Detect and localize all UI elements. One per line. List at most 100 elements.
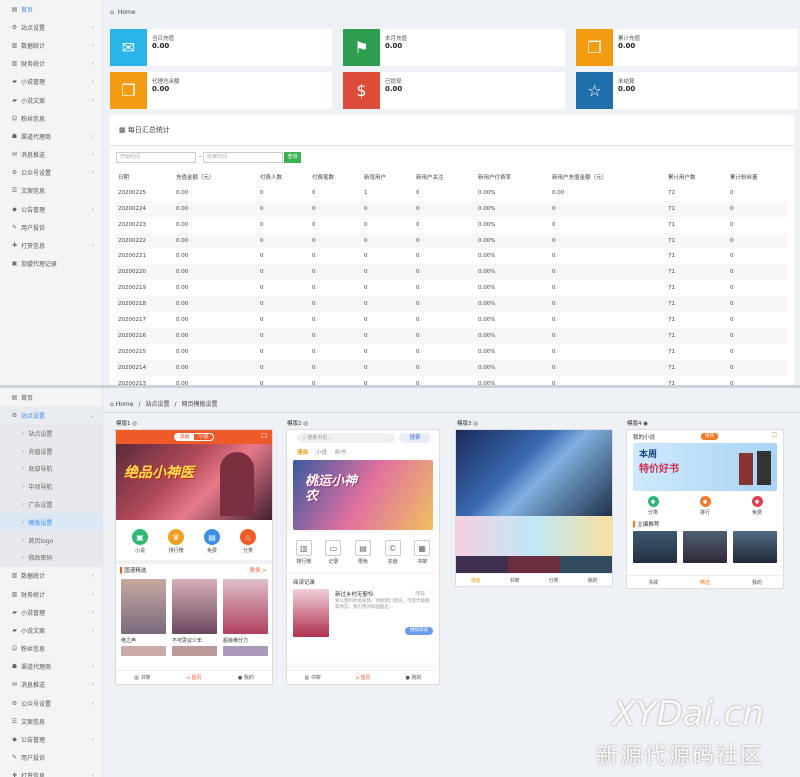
t2-tab-comic[interactable]: 漫画 [297, 448, 308, 456]
template-1-preview[interactable]: 漫画 小说 ☐ 绝品小神医 ▣ 小说 ♛ 排行榜 ▤ 免费 ♨ 分类 ▌国漫精选 更多 > 绝… [115, 429, 273, 685]
sidebar-item[interactable]: ▥ 数据统计 ‹ [0, 567, 102, 585]
sidebar-item[interactable]: ▥ 财务统计 ‹ [0, 55, 102, 73]
sidebar-subitem[interactable]: › 修改密码 [0, 548, 102, 567]
t1-book-cover[interactable] [223, 646, 268, 656]
t4-shortcut[interactable]: ● 免费 [751, 496, 763, 516]
t2-banner[interactable]: 桃运小神农 [293, 460, 433, 530]
t1-shortcut[interactable]: ▣ 小说 [132, 529, 148, 554]
sidebar-item[interactable]: ▰ 小说管理 ‹ [0, 603, 102, 621]
t3-nav-shelf[interactable]: 书架 [509, 577, 519, 584]
breadcrumb-home[interactable]: ⌂ Home [110, 401, 133, 408]
t4-book-cover[interactable] [683, 531, 727, 563]
sidebar-item[interactable]: ▣ 加盟代理记录 [0, 255, 102, 273]
sidebar-item[interactable]: ▤ 首页 [0, 0, 102, 18]
t2-continue-button[interactable]: 继续阅读 [405, 627, 433, 635]
sidebar-item[interactable]: ▥ 数据统计 ‹ [0, 36, 102, 54]
sidebar-subitem[interactable]: › 底部导航 [0, 459, 102, 478]
t1-tab-comic[interactable]: 漫画 [175, 434, 194, 440]
t1-book-cover[interactable] [121, 646, 166, 656]
template-2-label[interactable]: 模版2 ◎ [287, 419, 308, 427]
sidebar-item[interactable]: ✉ 消息推送 ‹ [0, 676, 102, 694]
t3-nav-me[interactable]: 我的 [587, 577, 597, 584]
t2-shortcut[interactable]: ▦ 书架 [414, 540, 431, 565]
t4-shortcut[interactable]: ● 分类 [647, 496, 659, 516]
sidebar-item[interactable]: ⚙ 公众号设置 ‹ [0, 694, 102, 712]
column-header[interactable]: 充值金额（元） [174, 169, 258, 185]
t4-shortcut[interactable]: ● 排行 [699, 496, 711, 516]
t2-shortcut[interactable]: ▥ 排行榜 [295, 540, 312, 565]
column-header[interactable]: 新用户关注 [414, 169, 476, 185]
end-date-input[interactable]: 结束时间 [203, 152, 283, 163]
t1-shortcut[interactable]: ▤ 免费 [204, 529, 220, 554]
t1-nav-shelf[interactable]: ▥ 书架 [134, 674, 150, 681]
t2-nav-shelf[interactable]: ▥ 书架 [304, 674, 320, 681]
sidebar-item[interactable]: ▥ 财务统计 ‹ [0, 585, 102, 603]
t4-banner[interactable]: 本周 特价好书 [633, 443, 777, 491]
template-3-label[interactable]: 模版3 ◎ [457, 419, 478, 427]
t4-tag[interactable]: 男频 [701, 433, 718, 440]
sidebar-item[interactable]: ◆ 公告管理 ‹ [0, 730, 102, 748]
t4-nav-store[interactable]: 书城 [648, 579, 658, 586]
t2-tab-audio[interactable]: 听书 [335, 448, 346, 456]
sidebar-subitem[interactable]: › 站点设置 [0, 424, 102, 443]
column-header[interactable]: 累计用户数 [666, 169, 728, 185]
sidebar-item[interactable]: ⚙ 站点设置 ‹ [0, 18, 102, 36]
column-header[interactable]: 新用户付费率 [476, 169, 550, 185]
t3-banner[interactable] [456, 430, 612, 516]
sidebar-item[interactable]: ▰ 小说文案 ‹ [0, 91, 102, 109]
t1-book-cover[interactable] [172, 646, 217, 656]
t3-book-cover[interactable] [508, 556, 560, 574]
t2-shortcut[interactable]: ▭ 记录 [325, 540, 342, 565]
t4-nav-featured[interactable]: 精选 [700, 579, 710, 586]
sidebar-subitem[interactable]: › 广告设置 [0, 495, 102, 514]
sidebar-item[interactable]: ✚ 打赏信息 ‹ [0, 767, 102, 777]
t2-search-button[interactable]: 搜索 [399, 433, 431, 443]
t2-nav-me[interactable]: ● 我的 [406, 674, 422, 681]
t4-book-cover[interactable] [633, 531, 677, 563]
sidebar-item-site-settings[interactable]: ⚙ 站点设置 ⌄ [0, 406, 102, 425]
column-header[interactable]: 付费人数 [258, 169, 310, 185]
column-header[interactable]: 新用户充值金额（元） [550, 169, 666, 185]
t3-book-cover[interactable] [456, 556, 508, 574]
sidebar-item[interactable]: ✎ 用户投诉 [0, 749, 102, 767]
t2-search-input[interactable]: ⌕ 搜索书名... [297, 433, 395, 443]
column-header[interactable]: 新增用户 [362, 169, 414, 185]
t1-tab-novel[interactable]: 小说 [194, 434, 213, 440]
sidebar-item[interactable]: ▰ 小说管理 ‹ [0, 73, 102, 91]
t3-nav-comic[interactable]: 漫画 [470, 577, 480, 584]
sidebar-item[interactable]: ☗ 渠道代理商 ‹ [0, 127, 102, 145]
start-date-input[interactable]: 开始时间 [116, 152, 196, 163]
sidebar-item[interactable]: ✚ 打赏信息 ‹ [0, 236, 102, 254]
template-4-preview[interactable]: 我的小说 男频 ☐ 本周 特价好书 ● 分类 ● 排行 ● 免费 ▌主编推荐 书城 精选 … [626, 429, 784, 589]
sidebar-subitem[interactable]: › 充值设置 [0, 442, 102, 460]
sidebar-item[interactable]: ☺ 粉丝信息 [0, 640, 102, 658]
t1-nav-home[interactable]: ⌂ 首页 [187, 674, 202, 681]
t2-shortcut[interactable]: © 充值 [384, 540, 401, 565]
sidebar-item[interactable]: ✎ 用户投诉 [0, 218, 102, 236]
column-header[interactable]: 累计粉丝量 [728, 169, 788, 185]
column-header[interactable]: 付费笔数 [310, 169, 362, 185]
t3-nav-category[interactable]: 分类 [548, 577, 558, 584]
t1-book-cover[interactable] [172, 579, 217, 634]
sidebar-item[interactable]: ☰ 文案信息 [0, 182, 102, 200]
template-3-preview[interactable]: 漫画 书架 分类 我的 [455, 429, 613, 587]
template-1-label[interactable]: 模版1 ◎ [116, 419, 137, 427]
sidebar-item[interactable]: ◆ 公告管理 ‹ [0, 200, 102, 218]
t4-nav-me[interactable]: 我的 [752, 579, 762, 586]
breadcrumb-site-settings[interactable]: 站点设置 [145, 401, 169, 408]
sidebar-subitem[interactable]: › 模版设置 [0, 513, 102, 532]
t1-book-cover[interactable] [121, 579, 166, 634]
t4-message-icon[interactable]: ☐ [772, 432, 777, 439]
sidebar-item[interactable]: ☰ 文案信息 [0, 712, 102, 730]
t1-shortcut[interactable]: ♨ 分类 [240, 529, 256, 554]
t1-message-icon[interactable]: ☐ [261, 432, 267, 440]
sidebar-item[interactable]: ✉ 消息推送 ‹ [0, 146, 102, 164]
t4-book-cover[interactable] [733, 531, 777, 563]
t2-nav-home[interactable]: ⌂ 首页 [356, 674, 371, 681]
t1-nav-me[interactable]: ● 我的 [238, 674, 254, 681]
t2-history-cover[interactable] [293, 589, 329, 637]
sidebar-subitem[interactable]: › 中间导航 [0, 477, 102, 496]
t3-promo[interactable] [456, 516, 612, 556]
sidebar-item[interactable]: ▰ 小说文案 ‹ [0, 621, 102, 639]
sidebar-item[interactable]: ☗ 渠道代理商 ‹ [0, 658, 102, 676]
